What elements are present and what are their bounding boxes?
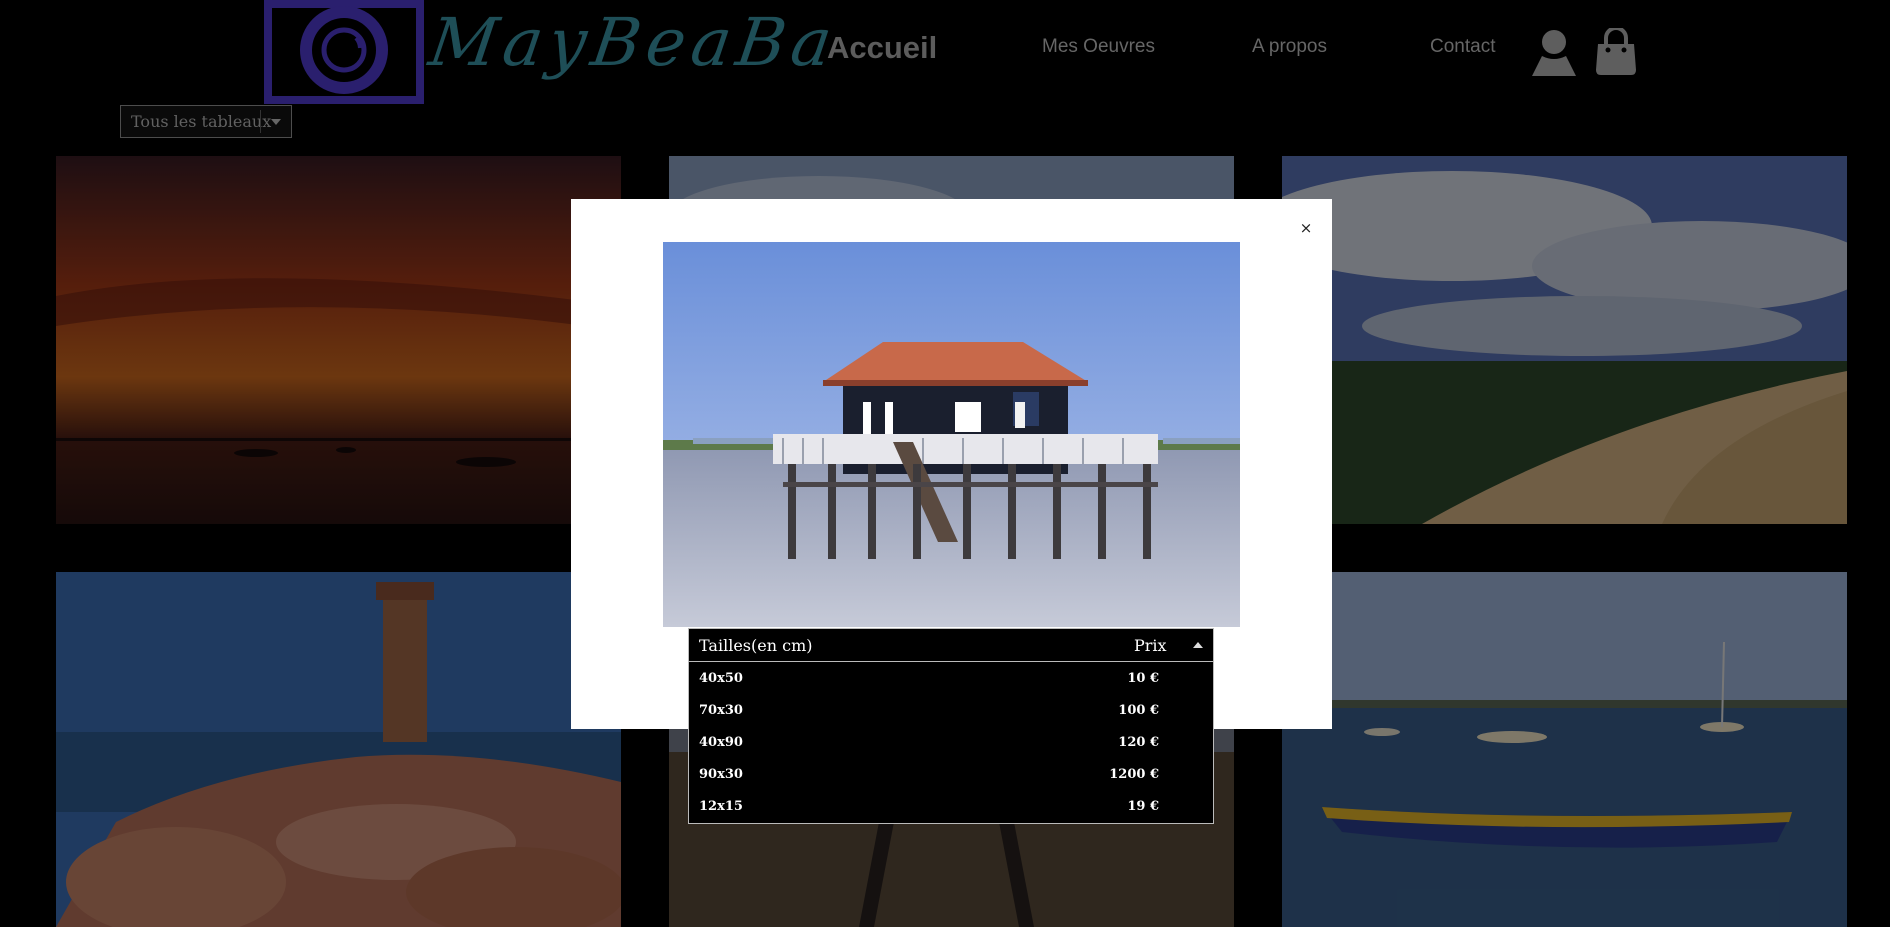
- nav-works-link[interactable]: Mes Oeuvres: [1042, 36, 1155, 58]
- filter-selected-value: Tous les tableaux: [131, 112, 272, 131]
- price-column-header: Prix: [1134, 636, 1167, 655]
- close-icon[interactable]: ×: [1299, 220, 1313, 236]
- price-row[interactable]: 40x90 120 €: [689, 726, 1213, 758]
- price-value: 120 €: [1118, 735, 1159, 750]
- size-price-dropdown-header[interactable]: Tailles(en cm) Prix: [688, 628, 1214, 662]
- modal-product-photo: [663, 242, 1240, 627]
- price-row[interactable]: 90x30 1200 €: [689, 758, 1213, 790]
- price-value: 1200 €: [1109, 767, 1159, 782]
- price-value: 100 €: [1118, 703, 1159, 718]
- camera-logo-icon: [262, 0, 426, 106]
- size-value: 90x30: [699, 767, 743, 782]
- size-value: 40x90: [699, 735, 743, 750]
- size-value: 70x30: [699, 703, 743, 718]
- price-value: 19 €: [1127, 799, 1159, 814]
- price-value: 10 €: [1127, 671, 1159, 686]
- gallery-filter-select[interactable]: Tous les tableaux: [120, 105, 292, 138]
- user-icon[interactable]: [1532, 28, 1576, 80]
- price-row[interactable]: 40x50 10 €: [689, 662, 1213, 694]
- chevron-down-icon: [271, 119, 281, 125]
- nav-about-link[interactable]: A propos: [1252, 36, 1327, 58]
- price-row[interactable]: 12x15 19 €: [689, 790, 1213, 822]
- gallery-tile-dune[interactable]: [1282, 156, 1847, 524]
- brand-name[interactable]: MayBeaBa: [425, 4, 843, 81]
- chevron-up-icon: [1193, 642, 1203, 648]
- size-value: 40x50: [699, 671, 743, 686]
- nav-contact-link[interactable]: Contact: [1430, 36, 1495, 58]
- shopping-bag-icon[interactable]: [1594, 26, 1638, 80]
- size-price-list: 40x50 10 € 70x30 100 € 40x90 120 € 90x30…: [688, 662, 1214, 824]
- gallery-tile-boats[interactable]: [1282, 572, 1847, 927]
- price-row[interactable]: 70x30 100 €: [689, 694, 1213, 726]
- nav-home-link[interactable]: Accueil: [827, 30, 937, 66]
- size-column-header: Tailles(en cm): [699, 636, 813, 655]
- gallery-tile-sunset[interactable]: [56, 156, 621, 524]
- size-value: 12x15: [699, 799, 743, 814]
- gallery-tile-lighthouse[interactable]: [56, 572, 621, 927]
